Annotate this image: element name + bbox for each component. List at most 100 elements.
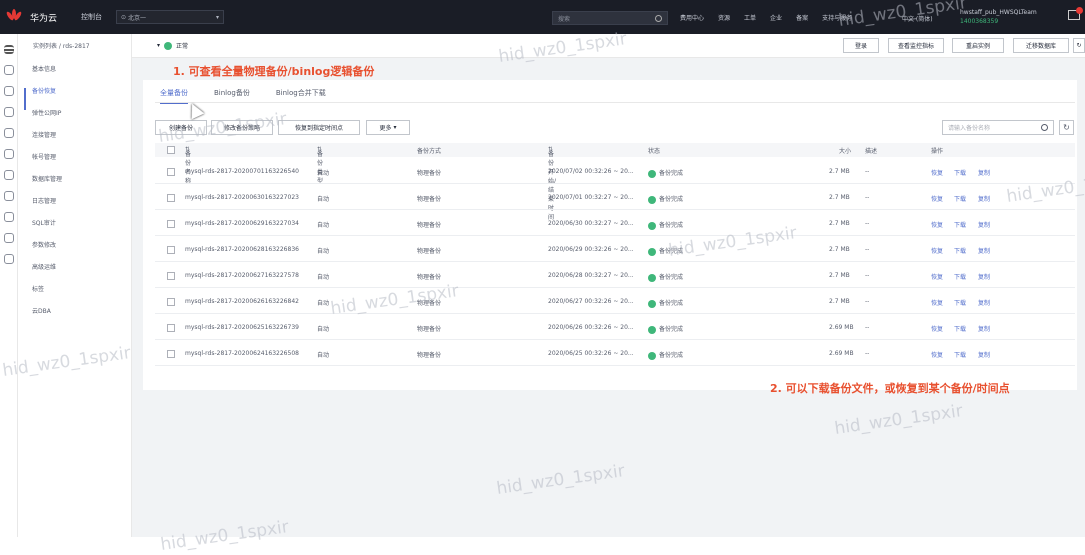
restore-link[interactable]: 恢复 (931, 272, 943, 281)
chevron-down-icon[interactable]: ▾ (157, 42, 160, 49)
huawei-logo-icon[interactable] (4, 7, 24, 27)
copy-link[interactable]: 复制 (978, 324, 990, 333)
topnav-item-billing[interactable]: 费用中心 (680, 13, 704, 22)
restore-link[interactable]: 恢复 (931, 298, 943, 307)
check-circle-icon (648, 299, 656, 308)
restore-link[interactable]: 恢复 (931, 168, 943, 177)
database-icon[interactable] (3, 128, 14, 138)
chart-icon[interactable] (3, 107, 14, 117)
status-label: 备份完成 (659, 196, 684, 203)
mail-icon[interactable] (1068, 7, 1083, 20)
brand-name[interactable]: 华为云 (30, 11, 57, 24)
backup-name: mysql-rds-2817-20200629163227034 (185, 220, 299, 227)
copy-link[interactable]: 复制 (978, 298, 990, 307)
user-name: hwstaff_pub_HWSQLTeam (960, 9, 1037, 16)
subnav-item-accounts[interactable]: 帐号管理 (32, 154, 62, 176)
server-icon[interactable] (3, 149, 14, 159)
anchor-icon[interactable] (3, 212, 14, 222)
breadcrumb-parent[interactable]: 实例列表 / (33, 43, 61, 50)
console-link[interactable]: 控制台 (81, 12, 102, 22)
subnav-item-cloud-dba[interactable]: 云DBA (32, 308, 62, 330)
backup-desc: -- (865, 298, 870, 305)
col-header-time[interactable]: 备份开始/结束时间 ⇅ (548, 146, 556, 221)
refresh-icon[interactable]: ↻ (1059, 120, 1074, 135)
subnav-item-logs[interactable]: 日志管理 (32, 198, 62, 220)
topnav-item-filing[interactable]: 备案 (796, 13, 808, 22)
row-checkbox[interactable] (167, 220, 175, 228)
check-circle-icon (648, 273, 656, 282)
file-icon[interactable] (3, 170, 14, 180)
download-link[interactable]: 下载 (954, 220, 966, 229)
refresh-icon[interactable]: ↻ (1073, 38, 1085, 53)
subnav-item-tags[interactable]: 标签 (32, 286, 62, 308)
backup-size: 2.7 MB (829, 298, 850, 305)
subnav-item-sql-audit[interactable]: SQL审计 (32, 220, 62, 242)
download-link[interactable]: 下载 (954, 350, 966, 359)
subnav-item-eip[interactable]: 弹性公网IP (32, 110, 62, 132)
search-icon[interactable] (1041, 124, 1048, 131)
topnav-item-tickets[interactable]: 工单 (744, 13, 756, 22)
menu-icon[interactable] (3, 45, 14, 54)
download-link[interactable]: 下载 (954, 168, 966, 177)
annotation-second: 2. 可以下载备份文件，或恢复到某个备份/时间点 (770, 382, 1010, 395)
copy-link[interactable]: 复制 (978, 220, 990, 229)
copy-link[interactable]: 复制 (978, 272, 990, 281)
topnav-item-resources[interactable]: 资源 (718, 13, 730, 22)
col-header-type[interactable]: 备份类型 ⇅ (317, 146, 323, 185)
subnav-item-parameters[interactable]: 参数修改 (32, 242, 62, 264)
circle-icon[interactable] (3, 254, 14, 264)
row-checkbox[interactable] (167, 272, 175, 280)
global-search-input[interactable]: 搜索 (552, 11, 668, 25)
copy-link[interactable]: 复制 (978, 168, 990, 177)
subnav-item-connection[interactable]: 连接管理 (32, 132, 62, 154)
col-header-name[interactable]: 备份名称 ⇅ (185, 146, 191, 185)
table-row: mysql-rds-2817-20200628163226836 自动 物理备份 20… (155, 236, 1075, 262)
view-metrics-button[interactable]: 查看监控指标 (888, 38, 944, 53)
backup-search-input[interactable]: 请输入备份名称 (942, 120, 1054, 135)
restore-link[interactable]: 恢复 (931, 324, 943, 333)
download-link[interactable]: 下载 (954, 324, 966, 333)
backup-method: 物理备份 (417, 352, 442, 359)
restore-link[interactable]: 恢复 (931, 220, 943, 229)
search-icon[interactable] (655, 14, 662, 22)
row-checkbox[interactable] (167, 168, 175, 176)
migrate-db-button[interactable]: 迁移数据库 (1013, 38, 1069, 53)
copy-link[interactable]: 复制 (978, 246, 990, 255)
restore-link[interactable]: 恢复 (931, 246, 943, 255)
subnav-item-backup-restore[interactable]: 备份恢复 (24, 88, 62, 110)
row-checkbox[interactable] (167, 194, 175, 202)
cloud-service-icon[interactable] (3, 191, 14, 201)
topnav-item-enterprise[interactable]: 企业 (770, 13, 782, 22)
restart-button[interactable]: 重启实例 (952, 38, 1004, 53)
home-icon[interactable] (3, 86, 14, 96)
login-button[interactable]: 登录 (843, 38, 879, 53)
subnav-item-basic-info[interactable]: 基本信息 (32, 66, 62, 88)
restore-link[interactable]: 恢复 (931, 194, 943, 203)
more-button[interactable]: 更多 ▾ (366, 120, 410, 135)
copy-link[interactable]: 复制 (978, 194, 990, 203)
copy-link[interactable]: 复制 (978, 350, 990, 359)
download-link[interactable]: 下载 (954, 298, 966, 307)
restore-to-point-button[interactable]: 恢复到指定时间点 (278, 120, 360, 135)
row-checkbox[interactable] (167, 324, 175, 332)
download-link[interactable]: 下载 (954, 246, 966, 255)
restore-link[interactable]: 恢复 (931, 350, 943, 359)
backup-size: 2.69 MB (829, 350, 854, 357)
row-checkbox[interactable] (167, 350, 175, 358)
user-menu[interactable]: hwstaff_pub_HWSQLTeam 1400368359 (960, 8, 1037, 26)
cloud-icon[interactable] (3, 65, 14, 75)
row-checkbox[interactable] (167, 246, 175, 254)
backup-time: 2020/06/25 00:32:26 ~ 20... (548, 350, 634, 357)
select-all-checkbox[interactable] (167, 146, 175, 154)
backup-name: mysql-rds-2817-20200625163226739 (185, 324, 299, 331)
col-header-size: 大小 (839, 148, 852, 155)
backup-status: 备份完成 (648, 168, 683, 178)
download-link[interactable]: 下载 (954, 194, 966, 203)
download-link[interactable]: 下载 (954, 272, 966, 281)
gear-icon[interactable] (3, 233, 14, 243)
backup-method: 物理备份 (417, 222, 442, 229)
subnav-item-databases[interactable]: 数据库管理 (32, 176, 62, 198)
region-selector[interactable]: ⊙ 北京一 ▾ (116, 10, 225, 24)
subnav-item-advanced-ops[interactable]: 高级运维 (32, 264, 62, 286)
row-checkbox[interactable] (167, 298, 175, 306)
